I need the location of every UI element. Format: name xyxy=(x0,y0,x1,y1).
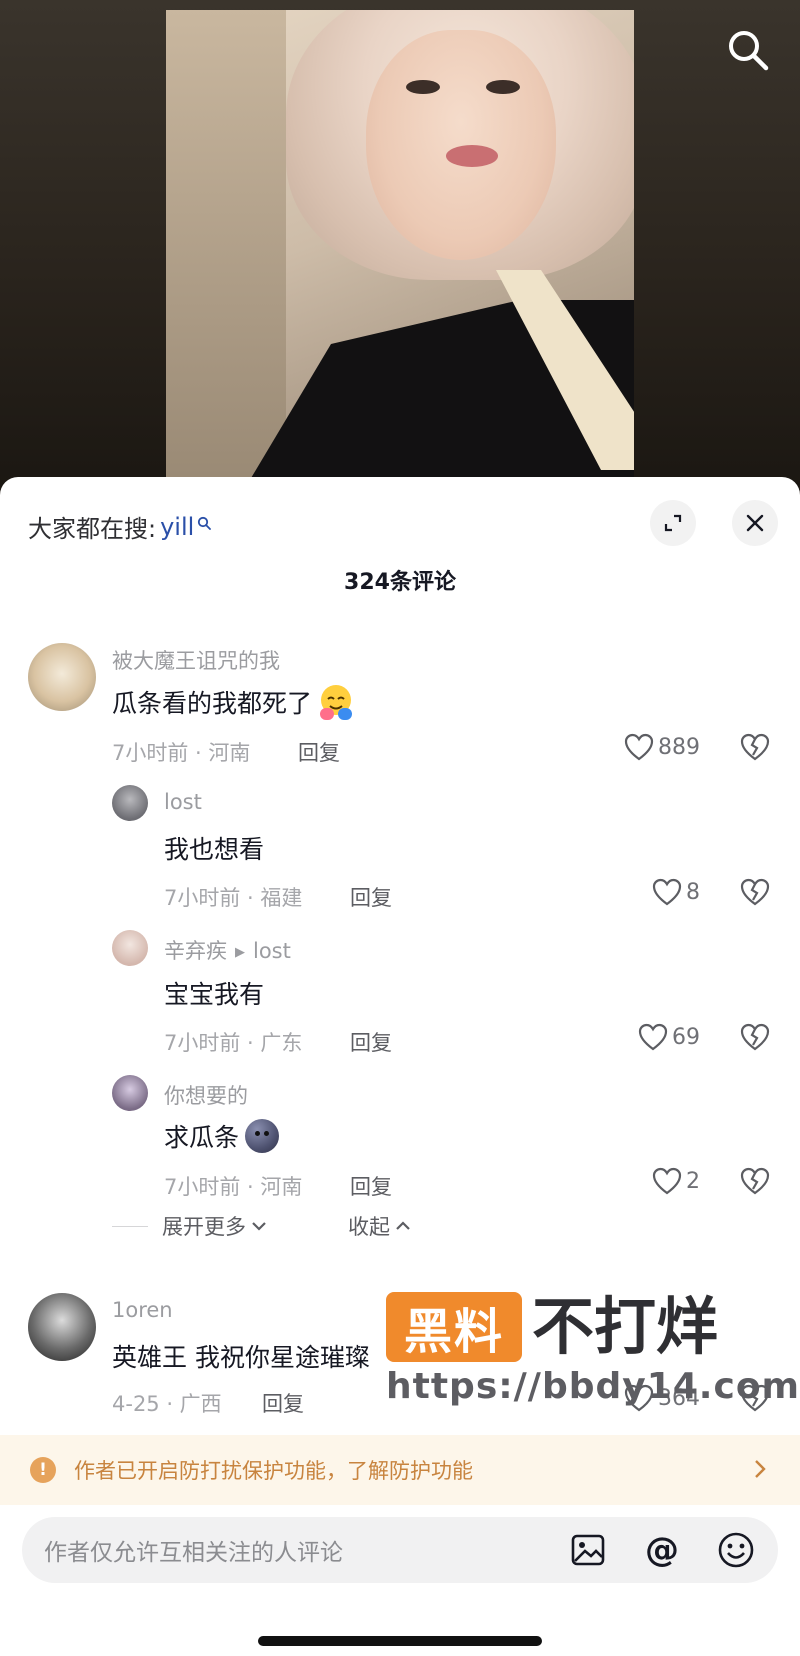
broken-heart-icon xyxy=(740,878,770,906)
heart-icon xyxy=(652,878,682,906)
reply-text-content: 求瓜条 xyxy=(164,1123,240,1152)
comment-input-bar[interactable]: 作者仅允许互相关注的人评论 @ xyxy=(22,1517,778,1583)
expand-more-label: 展开更多 xyxy=(162,1215,246,1239)
like-count: 2 xyxy=(686,1168,700,1194)
reply-button[interactable]: 回复 xyxy=(262,1388,304,1418)
like-button[interactable]: 889 xyxy=(624,733,700,761)
protection-notice-banner[interactable]: ! 作者已开启防打扰保护功能，了解防护功能 xyxy=(0,1435,800,1505)
chevron-down-icon xyxy=(252,1222,266,1231)
hot-search-label: 大家都在搜: xyxy=(28,515,157,543)
emoji-icon[interactable] xyxy=(716,1530,756,1570)
reply-to-username: lost xyxy=(253,939,291,963)
reply-username[interactable]: 你想要的 xyxy=(164,1080,248,1110)
chevron-up-icon xyxy=(396,1221,410,1230)
watermark: 黑料 不打烊 https://bbdy14.com xyxy=(386,1290,799,1412)
reply-to-arrow-icon: ▶ xyxy=(235,945,245,960)
video-area[interactable] xyxy=(0,0,800,490)
collapse-button[interactable]: 收起 xyxy=(348,1211,412,1241)
comment-username[interactable]: 被大魔王诅咒的我 xyxy=(112,645,280,675)
chevron-right-icon xyxy=(755,1460,766,1478)
comment-time-location: 7小时前 · 河南 xyxy=(112,741,251,765)
comment-username[interactable]: 1oren xyxy=(112,1298,173,1322)
watermark-brand: 不打烊 xyxy=(532,1290,719,1363)
expand-more-button[interactable]: 展开更多 xyxy=(162,1211,268,1241)
dislike-button[interactable] xyxy=(740,878,770,910)
like-button[interactable]: 2 xyxy=(652,1167,700,1195)
expand-button[interactable] xyxy=(650,500,696,546)
reply-time-location: 7小时前 · 广东 xyxy=(164,1031,303,1055)
close-button[interactable] xyxy=(732,500,778,546)
reply-username[interactable]: 辛弃疾 ▶ lost xyxy=(164,935,291,965)
broken-heart-icon xyxy=(740,733,770,761)
close-icon xyxy=(746,514,764,532)
avatar[interactable] xyxy=(112,785,148,821)
like-button[interactable]: 8 xyxy=(652,878,700,906)
like-count: 8 xyxy=(686,879,700,905)
at-mention-icon[interactable]: @ xyxy=(642,1530,682,1570)
hot-search[interactable]: 大家都在搜: yill xyxy=(28,508,212,544)
replies-toggle-row: 展开更多 收起 xyxy=(112,1211,412,1241)
reply-text: 我也想看 xyxy=(164,835,265,864)
watermark-logo-box: 黑料 xyxy=(386,1292,522,1362)
avatar[interactable] xyxy=(112,1075,148,1111)
like-count: 889 xyxy=(658,734,700,760)
avatar[interactable] xyxy=(112,930,148,966)
broken-heart-icon xyxy=(740,1023,770,1051)
reply-username[interactable]: lost xyxy=(164,790,202,814)
reply-time-location: 7小时前 · 福建 xyxy=(164,886,303,910)
protection-notice-text: 作者已开启防打扰保护功能，了解防护功能 xyxy=(74,1459,473,1483)
divider xyxy=(112,1225,148,1227)
hot-search-term[interactable]: yill xyxy=(160,513,194,541)
comment-time-location: 4-25 · 广西 xyxy=(112,1392,222,1416)
watermark-url: https://bbdy14.com xyxy=(386,1366,800,1407)
comment-text: 英雄王 我祝你星途璀璨 xyxy=(112,1343,370,1372)
reply-text: 宝宝我有 xyxy=(164,980,265,1009)
image-icon[interactable] xyxy=(568,1530,608,1570)
reply-button[interactable]: 回复 xyxy=(350,1027,392,1057)
comment-input[interactable]: 作者仅允许互相关注的人评论 xyxy=(44,1533,568,1567)
reply-text: 求瓜条 xyxy=(164,1118,280,1154)
reply-button[interactable]: 回复 xyxy=(350,1171,392,1201)
dislike-button[interactable] xyxy=(740,1167,770,1199)
avatar[interactable] xyxy=(28,643,96,711)
expand-icon xyxy=(664,514,682,532)
reply-button[interactable]: 回复 xyxy=(298,737,340,767)
avatar[interactable] xyxy=(28,1293,96,1361)
warning-icon: ! xyxy=(30,1457,56,1483)
reply-button[interactable]: 回复 xyxy=(350,882,392,912)
search-icon xyxy=(197,508,212,536)
round-face-emoji xyxy=(245,1119,280,1153)
search-icon[interactable] xyxy=(726,28,770,72)
broken-heart-icon xyxy=(740,1167,770,1195)
reply-username-text: 辛弃疾 xyxy=(164,939,227,963)
dislike-button[interactable] xyxy=(740,733,770,765)
reply-time-location: 7小时前 · 河南 xyxy=(164,1175,303,1199)
hugging-face-emoji xyxy=(316,682,356,722)
heart-icon xyxy=(638,1023,668,1051)
like-count: 69 xyxy=(672,1024,700,1050)
home-indicator[interactable] xyxy=(258,1636,542,1646)
comment-text: 瓜条看的我都死了 xyxy=(112,682,356,722)
heart-icon xyxy=(624,733,654,761)
comment-count-title: 324条评论 xyxy=(344,570,456,595)
video-frame-photo xyxy=(166,10,634,478)
dislike-button[interactable] xyxy=(740,1023,770,1055)
collapse-label: 收起 xyxy=(348,1215,390,1239)
comment-text-content: 瓜条看的我都死了 xyxy=(112,689,313,718)
heart-icon xyxy=(652,1167,682,1195)
like-button[interactable]: 69 xyxy=(638,1023,700,1051)
